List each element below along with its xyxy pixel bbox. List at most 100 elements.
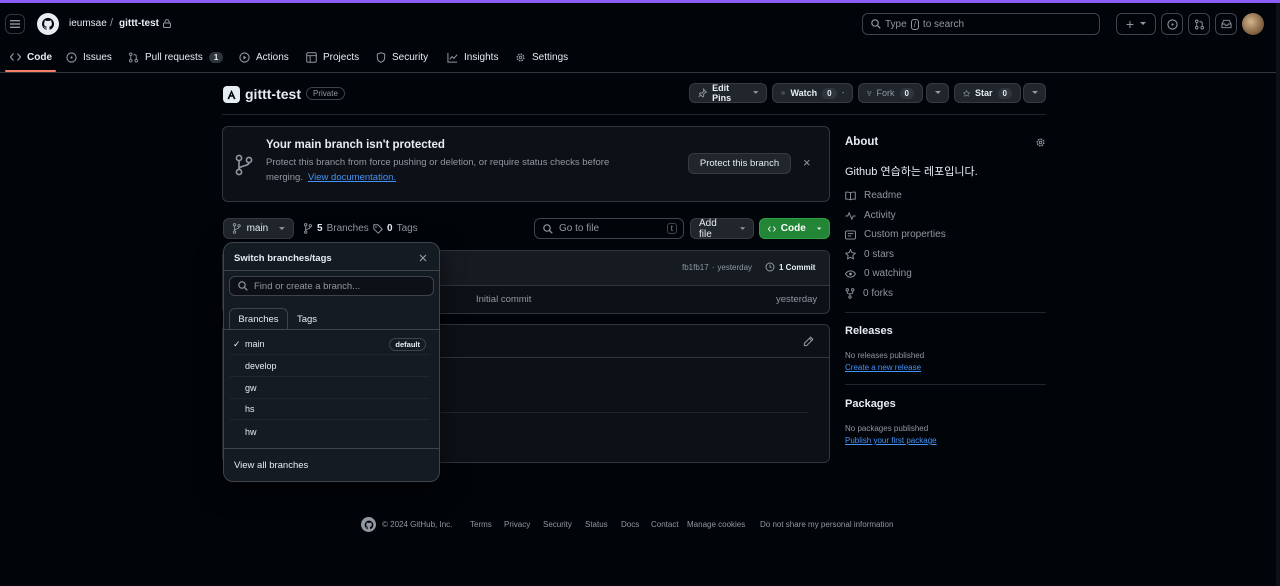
footer-link-do-not-share[interactable]: Do not share my personal information	[760, 520, 893, 529]
repo-title[interactable]: gittt-test	[245, 86, 301, 102]
tab-settings[interactable]: Settings	[515, 49, 568, 65]
branch-item-hw[interactable]: hw	[230, 421, 430, 442]
dropdown-title: Switch branches/tags	[234, 253, 332, 264]
issue-opened-icon	[66, 51, 77, 63]
activity-label: Activity	[864, 210, 896, 221]
view-all-branches-link[interactable]: View all branches	[234, 460, 308, 471]
tab-code[interactable]: Code	[10, 49, 52, 65]
publish-package-link[interactable]: Publish your first package	[845, 436, 937, 445]
fork-button[interactable]: Fork 0	[858, 83, 923, 103]
close-icon[interactable]	[419, 254, 427, 262]
pull-requests-button[interactable]	[1188, 13, 1210, 35]
activity-link[interactable]: Activity	[845, 210, 896, 221]
repo-link[interactable]: gittt-test	[119, 18, 159, 29]
pencil-icon[interactable]	[803, 336, 814, 347]
search-placeholder-prefix: Type	[885, 18, 907, 30]
forks-link[interactable]: 0 forks	[845, 288, 893, 299]
footer-github-logo-icon[interactable]	[361, 517, 376, 532]
latest-commit-meta[interactable]: fb1fb17 · yesterday	[682, 263, 752, 272]
tags-link[interactable]: 0 Tags	[373, 223, 418, 234]
watching-link[interactable]: 0 watching	[845, 268, 912, 279]
tab-tags[interactable]: Tags	[288, 308, 326, 330]
git-pull-request-icon	[1194, 19, 1204, 29]
custom-properties-link[interactable]: Custom properties	[845, 229, 946, 240]
view-documentation-link[interactable]: View documentation.	[308, 172, 396, 183]
tab-branches-label: Branches	[238, 314, 279, 325]
github-logo-icon[interactable]	[37, 13, 59, 35]
tab-issues[interactable]: Issues	[66, 49, 112, 65]
repo-forked-icon	[867, 90, 872, 96]
readme-link[interactable]: Readme	[845, 190, 902, 201]
footer-link-docs[interactable]: Docs	[621, 520, 639, 529]
caret-down-icon	[816, 227, 821, 230]
scrollbar-track[interactable]	[1276, 3, 1280, 586]
footer-link-security[interactable]: Security	[543, 520, 572, 529]
watch-button[interactable]: Watch 0	[772, 83, 853, 103]
star-list-dropdown-button[interactable]	[1023, 83, 1046, 103]
star-button[interactable]: Star 0	[954, 83, 1021, 103]
owner-link[interactable]: ieumsae	[69, 18, 107, 29]
issue-opened-icon	[1166, 18, 1178, 30]
branch-filter-input[interactable]: Find or create a branch...	[229, 276, 434, 296]
branch-name: main	[245, 339, 265, 349]
search-input[interactable]: Type / to search	[862, 13, 1100, 35]
tab-security[interactable]: Security	[376, 49, 428, 65]
issues-button[interactable]	[1161, 13, 1183, 35]
book-icon	[845, 191, 856, 200]
add-file-button[interactable]: Add file	[690, 218, 754, 240]
dropdown-footer-divider	[224, 448, 439, 449]
gear-icon	[516, 52, 525, 62]
footer-link-terms[interactable]: Terms	[470, 520, 492, 529]
code-button[interactable]: Code	[759, 218, 830, 239]
branch-item-gw[interactable]: gw	[230, 378, 430, 399]
repo-description: Github 연습하는 레포입니다.	[845, 166, 978, 178]
file-commit-message[interactable]: Initial commit	[476, 294, 531, 305]
search-placeholder-suffix: to search	[922, 18, 965, 30]
avatar[interactable]	[1242, 13, 1264, 35]
protect-branch-button[interactable]: Protect this branch	[688, 153, 791, 174]
repo-forked-icon	[845, 288, 855, 299]
branch-item-develop[interactable]: develop	[230, 356, 430, 377]
branch-item-main[interactable]: ✓ main default	[230, 334, 430, 355]
table-icon	[306, 51, 317, 63]
tab-branches[interactable]: Branches	[229, 308, 288, 330]
hamburger-button[interactable]	[5, 14, 25, 34]
go-to-file-input[interactable]: Go to file t	[534, 218, 684, 239]
footer-link-contact[interactable]: Contact	[651, 520, 679, 529]
tab-insights[interactable]: Insights	[447, 49, 498, 65]
pull-requests-count: 1	[208, 51, 224, 63]
footer-link-privacy[interactable]: Privacy	[504, 520, 530, 529]
commits-link[interactable]: 1 Commit	[765, 262, 815, 272]
create-new-button[interactable]: +	[1116, 13, 1156, 35]
git-branch-icon	[304, 223, 312, 234]
branch-item-hs[interactable]: hs	[230, 399, 430, 420]
create-release-link[interactable]: Create a new release	[845, 363, 921, 372]
edit-pins-button[interactable]: Edit Pins	[689, 83, 767, 103]
stars-link[interactable]: 0 stars	[845, 249, 894, 260]
tab-security-label: Security	[392, 51, 429, 63]
readme-heading-divider	[438, 412, 808, 413]
search-shortcut-key: /	[910, 18, 919, 30]
stars-label: 0 stars	[864, 249, 895, 260]
banner-text: Protect this branch from force pushing o…	[266, 157, 610, 168]
footer-link-manage-cookies[interactable]: Manage cookies	[687, 520, 745, 529]
tags-label: Tags	[396, 223, 418, 234]
releases-title[interactable]: Releases	[845, 325, 893, 337]
star-icon	[845, 249, 856, 260]
caret-down-icon	[279, 226, 285, 230]
banner-close-button[interactable]: ×	[803, 156, 811, 170]
tab-actions[interactable]: Actions	[239, 49, 289, 65]
commit-hash[interactable]: fb1fb17	[682, 263, 709, 272]
branch-name: hs	[245, 404, 255, 414]
gear-icon[interactable]	[1035, 137, 1046, 148]
footer-link-status[interactable]: Status	[585, 520, 608, 529]
inbox-button[interactable]	[1215, 13, 1237, 35]
code-label: Code	[780, 223, 806, 234]
branches-link[interactable]: 5 Branches	[303, 223, 369, 234]
tab-pull-requests[interactable]: Pull requests 1	[128, 49, 224, 65]
fork-dropdown-button[interactable]	[926, 83, 949, 103]
branch-select-button[interactable]: main	[223, 218, 294, 239]
packages-title[interactable]: Packages	[845, 398, 896, 410]
caret-down-icon	[752, 91, 758, 94]
tab-projects[interactable]: Projects	[306, 49, 359, 65]
